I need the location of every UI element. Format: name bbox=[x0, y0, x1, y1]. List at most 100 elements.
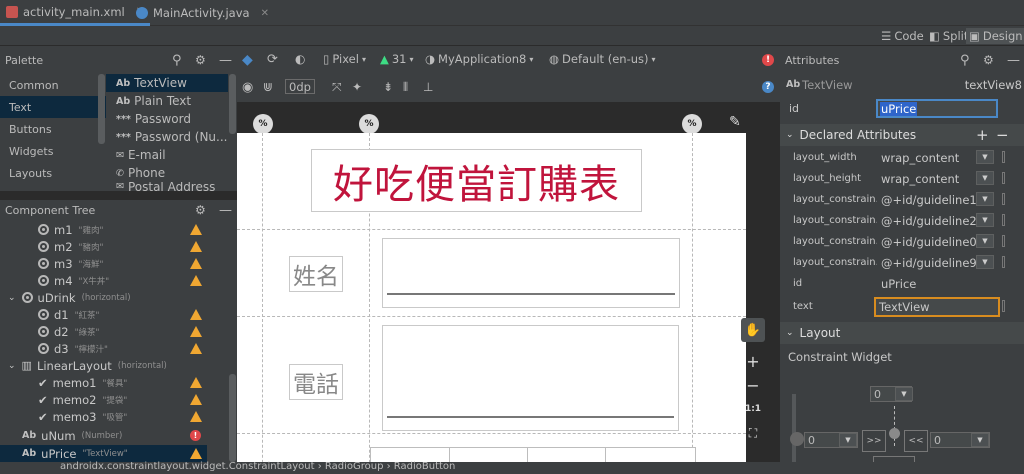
night-mode-icon[interactable]: ◐ bbox=[295, 52, 305, 66]
tree-item-m2[interactable]: m2 "豬肉" bbox=[0, 238, 207, 255]
palette-category-common[interactable]: Common bbox=[0, 74, 106, 96]
margin-right-input[interactable]: 0 ▼ bbox=[930, 432, 990, 448]
zoom-out-icon[interactable]: − bbox=[741, 373, 765, 397]
text-input[interactable]: TextView bbox=[874, 296, 1000, 317]
attr-value[interactable]: @+id/guideline9 bbox=[881, 256, 977, 270]
warning-icon[interactable] bbox=[190, 394, 202, 405]
palette-widget-plain-text[interactable]: Ab Plain Text bbox=[106, 92, 228, 110]
name-edittext[interactable] bbox=[382, 238, 680, 308]
tab-main-activity-java[interactable]: MainActivity.java ✕ bbox=[130, 0, 275, 26]
category-scrollbar[interactable] bbox=[98, 74, 105, 144]
warning-icon[interactable] bbox=[190, 377, 202, 388]
design-view-button[interactable]: ▣ Design bbox=[966, 28, 1024, 44]
dropdown-arrow-icon[interactable]: ▼ bbox=[976, 150, 994, 164]
locale-selector[interactable]: ◍ Default (en-us) ▾ bbox=[549, 52, 656, 66]
margin-left-input[interactable]: 0 ▼ bbox=[804, 432, 858, 448]
dropdown-arrow-icon[interactable]: ▼ bbox=[976, 171, 994, 185]
tree-item-m4[interactable]: m4 "X牛丼" bbox=[0, 272, 207, 289]
magnet-off-icon[interactable]: ⋓ bbox=[263, 80, 273, 94]
zoom-actual-size-icon[interactable]: 1:1 bbox=[741, 397, 765, 421]
tree-item-linearlayout[interactable]: ⌄ ▥ LinearLayout (horizontal) bbox=[0, 357, 207, 374]
tree-item-d1[interactable]: d1 "紅茶" bbox=[0, 306, 207, 323]
tree-item-memo3[interactable]: ✔ memo3 "吸管" bbox=[0, 408, 207, 425]
error-icon[interactable]: ! bbox=[762, 54, 774, 66]
close-icon[interactable]: ✕ bbox=[261, 8, 269, 19]
gear-icon[interactable]: ⚙ bbox=[195, 203, 206, 217]
resource-picker-icon[interactable] bbox=[1002, 151, 1005, 163]
minimize-icon[interactable]: — bbox=[1007, 53, 1020, 68]
palette-widget-password[interactable]: *** Password bbox=[106, 110, 228, 128]
tree-item-unum[interactable]: Ab uNum (Number)! bbox=[0, 427, 207, 444]
declared-attributes-section[interactable]: ⌄ Declared Attributes + − bbox=[780, 124, 1024, 146]
search-icon[interactable]: ⚲ bbox=[960, 53, 970, 68]
search-icon[interactable]: ⚲ bbox=[172, 53, 182, 68]
help-icon[interactable]: ? bbox=[762, 81, 774, 93]
chevron-down-icon[interactable]: ⌄ bbox=[8, 293, 16, 303]
guideline-percent-handle[interactable]: % bbox=[682, 114, 702, 134]
tab-activity-main-xml[interactable]: activity_main.xml ✕ bbox=[0, 0, 151, 26]
warning-icon[interactable] bbox=[190, 258, 202, 269]
palette-category-widgets[interactable]: Widgets bbox=[0, 140, 106, 162]
resource-picker-icon[interactable] bbox=[1002, 235, 1005, 247]
pan-hand-icon[interactable]: ✋ bbox=[741, 318, 765, 342]
chevron-down-icon[interactable]: ⌄ bbox=[8, 361, 16, 371]
dropdown-arrow-icon[interactable]: ▼ bbox=[976, 234, 994, 248]
warning-icon[interactable] bbox=[190, 241, 202, 252]
guideline-percent-handle[interactable]: % bbox=[359, 114, 379, 134]
tree-item-m3[interactable]: m3 "海鮮" bbox=[0, 255, 207, 272]
palette-widget-password-numeric[interactable]: *** Password (Nu... bbox=[106, 128, 228, 146]
resource-picker-icon[interactable] bbox=[1002, 300, 1005, 312]
dropdown-arrow-icon[interactable]: ▼ bbox=[976, 255, 994, 269]
attr-value[interactable]: wrap_content bbox=[881, 172, 959, 186]
minimize-icon[interactable]: — bbox=[219, 203, 232, 218]
attr-value[interactable]: uPrice bbox=[881, 277, 916, 291]
wrap-right-icon[interactable]: << bbox=[904, 430, 928, 452]
resource-picker-icon[interactable] bbox=[1002, 193, 1005, 205]
layout-section[interactable]: ⌄ Layout bbox=[780, 322, 1024, 344]
warning-icon[interactable] bbox=[190, 326, 202, 337]
api-selector[interactable]: ▲ 31 ▾ bbox=[380, 52, 414, 66]
clear-constraints-icon[interactable]: ⤧ bbox=[332, 80, 342, 95]
minimize-icon[interactable]: — bbox=[219, 53, 232, 68]
zoom-to-fit-icon[interactable]: ⛶ bbox=[741, 421, 765, 445]
palette-category-text[interactable]: Text bbox=[0, 96, 106, 118]
palette-widget-postal-address[interactable]: ✉ Postal Address bbox=[106, 182, 228, 191]
attr-value[interactable]: @+id/guideline0 bbox=[881, 235, 977, 249]
title-textview[interactable]: 好吃便當訂購表 bbox=[311, 149, 642, 212]
attr-value[interactable]: @+id/guideline2 bbox=[881, 214, 977, 228]
layers-icon[interactable]: ◆ bbox=[242, 52, 253, 68]
tree-item-d2[interactable]: d2 "綠茶" bbox=[0, 323, 207, 340]
palette-widget-phone[interactable]: ✆ Phone bbox=[106, 164, 228, 182]
resource-picker-icon[interactable] bbox=[1002, 256, 1005, 268]
tree-scrollbar[interactable] bbox=[229, 374, 236, 462]
code-view-button[interactable]: ☰ Code bbox=[878, 28, 927, 44]
device-selector[interactable]: ▯ Pixel ▾ bbox=[323, 52, 366, 66]
widget-scrollbar[interactable] bbox=[229, 74, 236, 134]
align-icon[interactable]: ⫴ bbox=[403, 80, 408, 95]
palette-category-buttons[interactable]: Buttons bbox=[0, 118, 106, 140]
tree-item-memo1[interactable]: ✔ memo1 "餐具" bbox=[0, 374, 207, 391]
breadcrumb[interactable]: androidx.constraintlayout.widget.Constra… bbox=[60, 461, 455, 472]
dropdown-arrow-icon[interactable]: ▼ bbox=[976, 213, 994, 227]
gear-icon[interactable]: ⚙ bbox=[195, 53, 206, 67]
palette-category-layouts[interactable]: Layouts bbox=[0, 162, 106, 184]
warning-icon[interactable] bbox=[190, 275, 202, 286]
add-icon[interactable]: + bbox=[976, 126, 989, 144]
guidelines-icon[interactable]: ⊥ bbox=[423, 80, 433, 94]
warning-icon[interactable] bbox=[190, 411, 202, 422]
palette-widget-textview[interactable]: Ab TextView bbox=[106, 74, 228, 92]
error-icon[interactable]: ! bbox=[190, 430, 201, 441]
id-input[interactable]: uPrice bbox=[876, 99, 998, 118]
palette-widget-email[interactable]: ✉ E-mail bbox=[106, 146, 228, 164]
resource-picker-icon[interactable] bbox=[1002, 172, 1005, 184]
constraint-handle-icon[interactable] bbox=[889, 428, 900, 439]
gear-icon[interactable]: ⚙ bbox=[983, 53, 994, 67]
warning-icon[interactable] bbox=[190, 224, 202, 235]
default-margin-button[interactable]: 0dp bbox=[285, 79, 315, 94]
phone-label[interactable]: 電話 bbox=[289, 364, 343, 400]
magic-wand-icon[interactable]: ✦ bbox=[352, 80, 362, 94]
warning-icon[interactable] bbox=[190, 343, 202, 354]
theme-selector[interactable]: ◑ MyApplication8 ▾ bbox=[425, 52, 533, 66]
warning-icon[interactable] bbox=[190, 309, 202, 320]
attr-value[interactable]: @+id/guideline1( bbox=[881, 193, 981, 207]
